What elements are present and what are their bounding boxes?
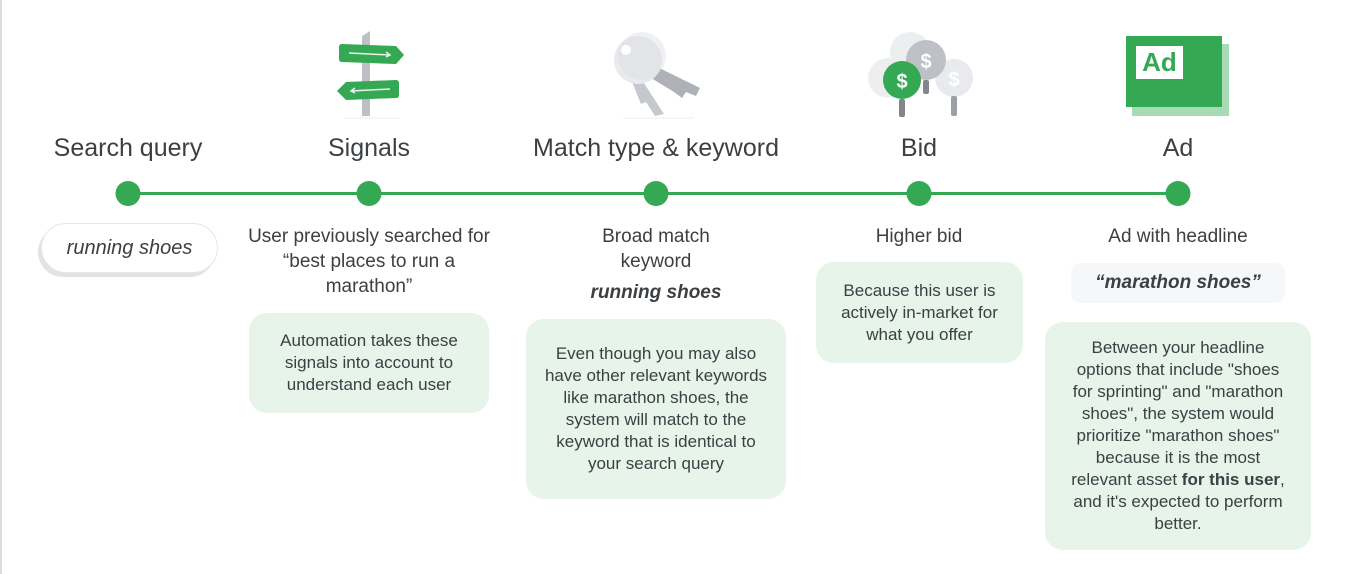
timeline-dot-match-type [643,181,669,206]
step-title-search-query: Search query [53,134,203,162]
match-type-description: Broad match keyword [602,226,710,272]
signpost-icon [334,28,406,120]
ad-description: Ad with headline [1108,226,1248,247]
svg-text:$: $ [896,71,907,93]
keys-icon [608,30,708,120]
bid-description: Higher bid [875,226,963,247]
signals-description: User previously searched for “best place… [248,226,490,297]
step-title-ad: Ad [1162,134,1194,162]
timeline-dot-signals [356,181,382,206]
timeline-dot-ad [1165,181,1191,206]
step-title-bid: Bid [900,134,938,162]
ad-card: Between your headline options that inclu… [1045,322,1311,550]
timeline-dot-search-query [115,181,141,206]
left-border [0,0,2,574]
svg-text:$: $ [920,51,931,73]
dollar-balloons-icon: $ $ $ [864,30,976,122]
match-type-card: Even though you may also have other rele… [526,319,786,499]
ad-headline-chip: “marathon shoes” [1071,263,1285,303]
search-query-pill: running shoes [41,223,218,273]
ad-badge-label: Ad [1136,46,1183,79]
match-keyword: running shoes [590,282,722,303]
ad-card-emphasis: for this user [1181,470,1281,489]
bid-card: Because this user is actively in-market … [816,262,1023,363]
ad-card-text: Between your headline options that inclu… [1071,338,1284,489]
ad-badge-icon: Ad [1126,36,1230,116]
signals-card: Automation takes these signals into acco… [249,313,489,413]
step-title-signals: Signals [328,134,410,162]
svg-text:$: $ [948,69,959,91]
step-title-match-type: Match type & keyword [533,134,779,162]
timeline-dot-bid [906,181,932,206]
